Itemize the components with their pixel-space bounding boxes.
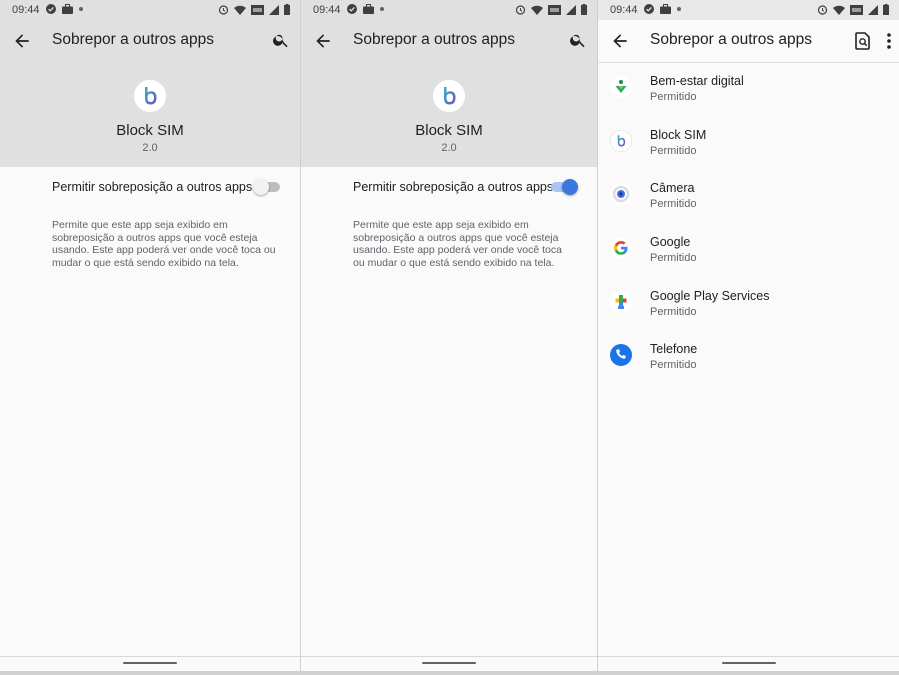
app-status: Permitido: [650, 252, 697, 265]
lte-icon: [548, 4, 561, 15]
list-item[interactable]: Câmera Permitido: [598, 169, 899, 223]
cell-signal-icon: [269, 4, 279, 15]
search-icon[interactable]: [272, 31, 290, 49]
home-gesture-handle[interactable]: [422, 662, 476, 664]
list-item[interactable]: Bem-estar digital Permitido: [598, 62, 899, 116]
status-time: 09:44: [313, 4, 341, 16]
bottom-strip: [598, 671, 899, 675]
cell-signal-icon: [868, 4, 878, 15]
check-circle-icon: [644, 4, 654, 14]
google-icon: [610, 237, 632, 260]
back-arrow-icon[interactable]: [610, 31, 630, 51]
permission-label: Permitir sobreposição a outros apps: [353, 180, 554, 194]
list-item[interactable]: Google Permitido: [598, 223, 899, 277]
home-gesture-handle[interactable]: [123, 662, 177, 664]
permission-description: Permite que este app seja exibido em sob…: [353, 219, 562, 269]
wifi-icon: [531, 5, 543, 15]
page-title: Sobrepor a outros apps: [650, 31, 812, 48]
overlay-permission-toggle[interactable]: [551, 179, 578, 195]
permission-description: Permite que este app seja exibido em sob…: [52, 219, 276, 269]
toggle-thumb: [562, 179, 578, 195]
battery-icon: [581, 4, 587, 15]
alarm-icon: [817, 5, 828, 15]
app-status: Permitido: [650, 359, 697, 372]
more-options-icon[interactable]: [887, 33, 891, 49]
notification-dot-icon: [79, 7, 83, 11]
permission-label: Permitir sobreposição a outros apps: [52, 180, 253, 194]
app-version: 2.0: [142, 142, 158, 154]
cell-signal-icon: [566, 4, 576, 15]
page-title: Sobrepor a outros apps: [353, 31, 515, 48]
block-sim-app-icon: [432, 79, 466, 113]
alarm-icon: [218, 5, 229, 15]
status-bar: 09:44: [301, 0, 597, 20]
app-version: 2.0: [441, 142, 457, 154]
camera-icon: [610, 183, 632, 206]
search-app-icon[interactable]: [855, 32, 871, 50]
permission-row[interactable]: Permitir sobreposição a outros apps: [301, 167, 597, 207]
app-name: Telefone: [650, 342, 698, 357]
bottom-strip: [301, 671, 597, 675]
app-status: Permitido: [650, 198, 697, 211]
app-name: Câmera: [650, 181, 695, 196]
search-icon[interactable]: [569, 31, 587, 49]
phone-icon: [610, 344, 632, 367]
home-gesture-handle[interactable]: [721, 662, 776, 664]
app-header: Block SIM 2.0: [301, 62, 597, 167]
app-name: Google: [650, 235, 691, 250]
permission-row[interactable]: Permitir sobreposição a outros apps: [0, 167, 300, 207]
app-name: Block SIM: [650, 127, 707, 142]
app-name: Google Play Services: [650, 288, 770, 303]
app-name: Block SIM: [415, 122, 483, 139]
bottom-strip: [0, 671, 300, 675]
list-item[interactable]: Telefone Permitido: [598, 330, 899, 384]
battery-icon: [883, 4, 889, 15]
wifi-icon: [234, 5, 246, 15]
panel-settings-toggle-on: 09:44 Sobrepor a outros apps Block SIM 2…: [301, 0, 597, 675]
app-list: Bem-estar digital Permitido Block SIM Pe…: [598, 62, 899, 384]
list-item[interactable]: Block SIM Permitido: [598, 116, 899, 170]
check-circle-icon: [46, 4, 56, 14]
app-header: Block SIM 2.0: [0, 62, 300, 167]
notification-dot-icon: [380, 7, 384, 11]
page-title: Sobrepor a outros apps: [52, 31, 214, 48]
lte-icon: [850, 4, 863, 15]
status-bar: 09:44: [0, 0, 300, 20]
panel-app-list: 09:44 Sobrepor a outros apps Bem-estar d…: [598, 0, 899, 675]
app-status: Permitido: [650, 305, 697, 318]
app-bar: Sobrepor a outros apps: [301, 20, 597, 62]
lte-icon: [251, 4, 264, 15]
digital-wellbeing-icon: [610, 76, 632, 98]
block-sim-app-icon: [133, 79, 167, 113]
back-arrow-icon[interactable]: [313, 31, 333, 51]
app-name: Bem-estar digital: [650, 74, 744, 88]
block-sim-icon: [610, 130, 632, 152]
back-arrow-icon[interactable]: [12, 31, 32, 51]
wifi-icon: [833, 5, 845, 15]
status-time: 09:44: [12, 4, 40, 16]
notification-dot-icon: [677, 7, 681, 11]
app-bar: Sobrepor a outros apps: [0, 20, 300, 62]
app-status: Permitido: [650, 144, 697, 157]
status-bar: 09:44: [598, 0, 899, 20]
list-item[interactable]: Google Play Services Permitido: [598, 277, 899, 331]
alarm-icon: [515, 5, 526, 15]
app-bar: Sobrepor a outros apps: [598, 20, 899, 63]
check-circle-icon: [347, 4, 357, 14]
app-name: Block SIM: [116, 122, 184, 139]
status-time: 09:44: [610, 4, 638, 16]
briefcase-icon: [62, 4, 73, 14]
toggle-thumb: [253, 179, 269, 195]
overlay-permission-toggle[interactable]: [253, 179, 280, 195]
panel-settings-toggle-off: 09:44 Sobrepor a outros apps Block SIM 2…: [0, 0, 300, 675]
briefcase-icon: [660, 4, 671, 14]
app-status: Permitido: [650, 91, 697, 103]
google-play-services-icon: [610, 290, 632, 313]
battery-icon: [284, 4, 290, 15]
briefcase-icon: [363, 4, 374, 14]
